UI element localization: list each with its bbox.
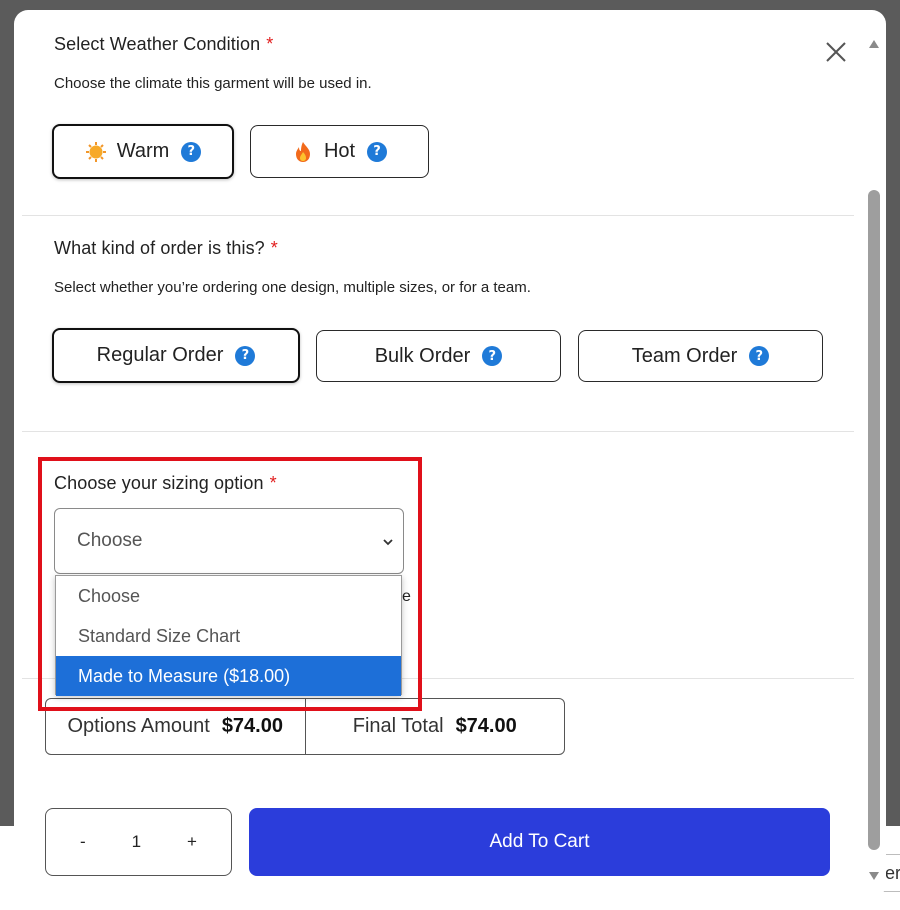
scrollbar-thumb[interactable] bbox=[868, 190, 880, 850]
section-divider bbox=[22, 431, 854, 432]
dropdown-option-standard-size-chart[interactable]: Standard Size Chart bbox=[56, 616, 401, 656]
help-icon[interactable]: ? bbox=[181, 141, 202, 162]
product-options-modal: Select Weather Condition * Choose the cli… bbox=[14, 10, 886, 898]
required-mark: * bbox=[266, 34, 274, 54]
help-icon[interactable]: ? bbox=[235, 345, 256, 366]
quantity-value[interactable]: 1 bbox=[132, 832, 141, 852]
help-icon[interactable]: ? bbox=[482, 346, 503, 366]
required-mark: * bbox=[270, 238, 278, 258]
scroll-down-icon[interactable] bbox=[868, 870, 880, 882]
order-option-regular[interactable]: Regular Order ? bbox=[52, 328, 300, 383]
help-icon[interactable]: ? bbox=[749, 346, 770, 366]
order-type-description: Select whether you’re ordering one desig… bbox=[54, 279, 531, 296]
weather-option-warm[interactable]: Warm ? bbox=[52, 124, 234, 179]
order-option-team[interactable]: Team Order ? bbox=[578, 330, 823, 382]
scroll-up-icon[interactable] bbox=[868, 38, 880, 50]
weather-title: Select Weather Condition bbox=[54, 34, 261, 54]
help-icon[interactable]: ? bbox=[367, 141, 388, 162]
chevron-down-icon bbox=[383, 539, 393, 546]
quantity-decrement-button[interactable]: - bbox=[80, 832, 86, 852]
sizing-section-title: Choose your sizing option * bbox=[54, 473, 277, 494]
sun-icon bbox=[85, 141, 106, 162]
final-total-cell: Final Total $74.00 bbox=[304, 699, 565, 754]
dropdown-option-choose[interactable]: Choose bbox=[56, 576, 401, 616]
required-mark: * bbox=[269, 473, 277, 493]
fire-icon bbox=[295, 141, 310, 162]
weather-description: Choose the climate this garment will be … bbox=[54, 75, 372, 92]
dropdown-option-made-to-measure[interactable]: Made to Measure ($18.00) bbox=[56, 656, 401, 696]
order-type-title: What kind of order is this? bbox=[54, 238, 265, 258]
final-total-label: Final Total bbox=[352, 715, 444, 737]
options-amount-cell: Options Amount $74.00 bbox=[46, 699, 305, 754]
sizing-title: Choose your sizing option bbox=[54, 473, 264, 493]
sizing-select-value: Choose bbox=[77, 530, 143, 551]
section-divider bbox=[22, 215, 854, 216]
quantity-stepper: - 1 + bbox=[45, 808, 232, 876]
order-option-label: Team Order bbox=[631, 344, 738, 367]
options-amount-label: Options Amount bbox=[67, 715, 210, 737]
final-total-value: $74.00 bbox=[455, 715, 517, 737]
obscured-text: e bbox=[402, 588, 411, 605]
sizing-dropdown-list: Choose Standard Size Chart Made to Measu… bbox=[55, 575, 402, 696]
close-icon[interactable] bbox=[822, 38, 850, 66]
order-option-label: Regular Order bbox=[96, 344, 224, 366]
add-to-cart-button[interactable]: Add To Cart bbox=[249, 808, 830, 876]
weather-option-label: Hot bbox=[323, 140, 356, 162]
weather-section-title: Select Weather Condition * bbox=[54, 34, 273, 55]
options-amount-value: $74.00 bbox=[221, 715, 283, 737]
order-option-label: Bulk Order bbox=[374, 344, 471, 367]
scrollbar[interactable] bbox=[866, 36, 882, 880]
order-type-section-title: What kind of order is this? * bbox=[54, 238, 278, 259]
weather-option-label: Warm bbox=[116, 140, 170, 162]
weather-option-hot[interactable]: Hot ? bbox=[250, 125, 429, 178]
order-option-bulk[interactable]: Bulk Order ? bbox=[316, 330, 561, 382]
totals-box: Options Amount $74.00 Final Total $74.00 bbox=[45, 698, 565, 755]
sizing-select[interactable]: Choose bbox=[54, 508, 404, 574]
quantity-increment-button[interactable]: + bbox=[187, 832, 197, 852]
